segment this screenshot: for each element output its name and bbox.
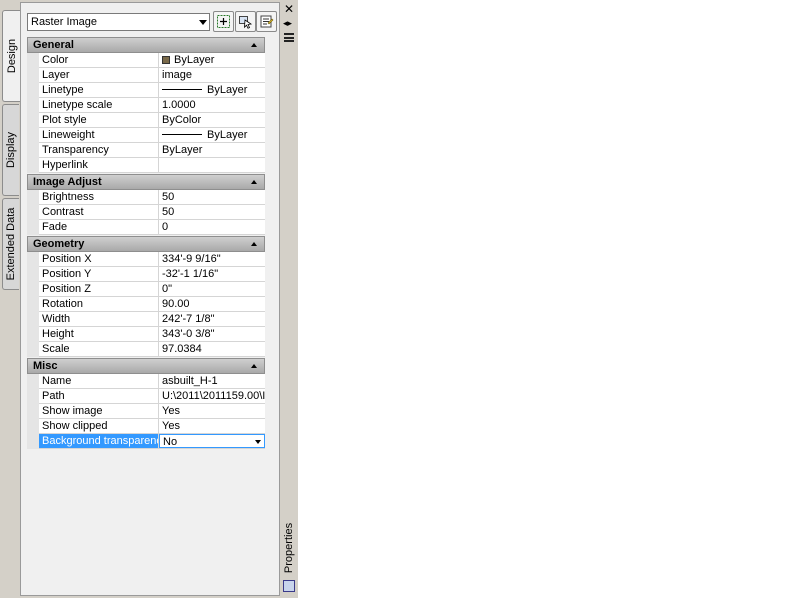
object-type-select[interactable]: Raster Image [27, 13, 210, 31]
property-row-plot-style[interactable]: Plot style ByColor [39, 113, 265, 128]
properties-palette: Design Display Extended Data Raster Imag… [0, 0, 298, 598]
collapse-icon[interactable] [251, 43, 257, 47]
palette-settings-icon[interactable] [283, 580, 295, 592]
palette-title: Properties [283, 522, 295, 574]
section-header-geometry[interactable]: Geometry [27, 236, 265, 252]
property-row-layer[interactable]: Layer image [39, 68, 265, 83]
property-row-color[interactable]: Color ByLayer [39, 53, 265, 68]
property-row-height[interactable]: Height 343'-0 3/8" [39, 327, 265, 342]
tab-extended-data[interactable]: Extended Data [2, 198, 19, 290]
section-header-image-adjust[interactable]: Image Adjust [27, 174, 265, 190]
auto-hide-icon[interactable]: ◂▸ [283, 18, 292, 29]
property-row-scale[interactable]: Scale 97.0384 [39, 342, 265, 357]
property-row-width[interactable]: Width 242'-7 1/8" [39, 312, 265, 327]
property-row-show-image[interactable]: Show image Yes [39, 404, 265, 419]
linetype-sample-icon [162, 89, 202, 90]
quick-select-button[interactable] [256, 11, 277, 32]
tab-display[interactable]: Display [2, 104, 19, 196]
chevron-down-icon [199, 20, 207, 25]
property-row-contrast[interactable]: Contrast 50 [39, 205, 265, 220]
properties-toolbar: Raster Image [27, 11, 277, 33]
properties-panel: Raster Image General Color ByLayer Layer… [20, 2, 280, 596]
property-row-show-clipped[interactable]: Show clipped Yes [39, 419, 265, 434]
collapse-icon[interactable] [251, 242, 257, 246]
property-row-position-x[interactable]: Position X 334'-9 9/16" [39, 252, 265, 267]
property-row-lineweight[interactable]: Lineweight ByLayer [39, 128, 265, 143]
section-image-adjust: Image Adjust Brightness 50 Contrast 50 F… [27, 174, 265, 235]
property-row-path[interactable]: Path U:\2011\2011159.00\I... [39, 389, 265, 404]
lineweight-sample-icon [162, 134, 202, 135]
select-objects-button[interactable] [235, 11, 256, 32]
palette-title-bar: ✕ ◂▸ Properties [280, 0, 298, 598]
property-row-name[interactable]: Name asbuilt_H-1 [39, 374, 265, 389]
color-swatch-icon [162, 56, 170, 64]
properties-menu-icon[interactable] [284, 33, 294, 42]
property-row-brightness[interactable]: Brightness 50 [39, 190, 265, 205]
toggle-pickadd-button[interactable] [213, 11, 234, 32]
property-row-position-y[interactable]: Position Y -32'-1 1/16" [39, 267, 265, 282]
section-misc: Misc Name asbuilt_H-1 Path U:\2011\20111… [27, 358, 265, 449]
quick-select-icon [260, 15, 274, 28]
collapse-icon[interactable] [251, 180, 257, 184]
property-grid: General Color ByLayer Layer image Linety… [27, 37, 265, 450]
background-transparency-select[interactable]: No [159, 434, 265, 448]
property-row-position-z[interactable]: Position Z 0" [39, 282, 265, 297]
close-icon[interactable]: ✕ [284, 2, 294, 16]
property-row-fade[interactable]: Fade 0 [39, 220, 265, 235]
toggle-pickadd-icon [217, 15, 230, 28]
property-row-rotation[interactable]: Rotation 90.00 [39, 297, 265, 312]
object-type-value: Raster Image [31, 16, 98, 28]
select-objects-icon [239, 16, 253, 29]
vertical-tabs: Design Display Extended Data [2, 2, 21, 302]
section-general: General Color ByLayer Layer image Linety… [27, 37, 265, 173]
section-header-misc[interactable]: Misc [27, 358, 265, 374]
section-header-general[interactable]: General [27, 37, 265, 53]
property-row-background-transparency[interactable]: Background transparency No [39, 434, 265, 449]
property-row-hyperlink[interactable]: Hyperlink [39, 158, 265, 173]
property-row-transparency[interactable]: Transparency ByLayer [39, 143, 265, 158]
tab-design[interactable]: Design [2, 10, 21, 102]
section-geometry: Geometry Position X 334'-9 9/16" Positio… [27, 236, 265, 357]
collapse-icon[interactable] [251, 364, 257, 368]
chevron-down-icon[interactable] [255, 440, 261, 444]
property-row-linetype[interactable]: Linetype ByLayer [39, 83, 265, 98]
property-row-linetype-scale[interactable]: Linetype scale 1.0000 [39, 98, 265, 113]
